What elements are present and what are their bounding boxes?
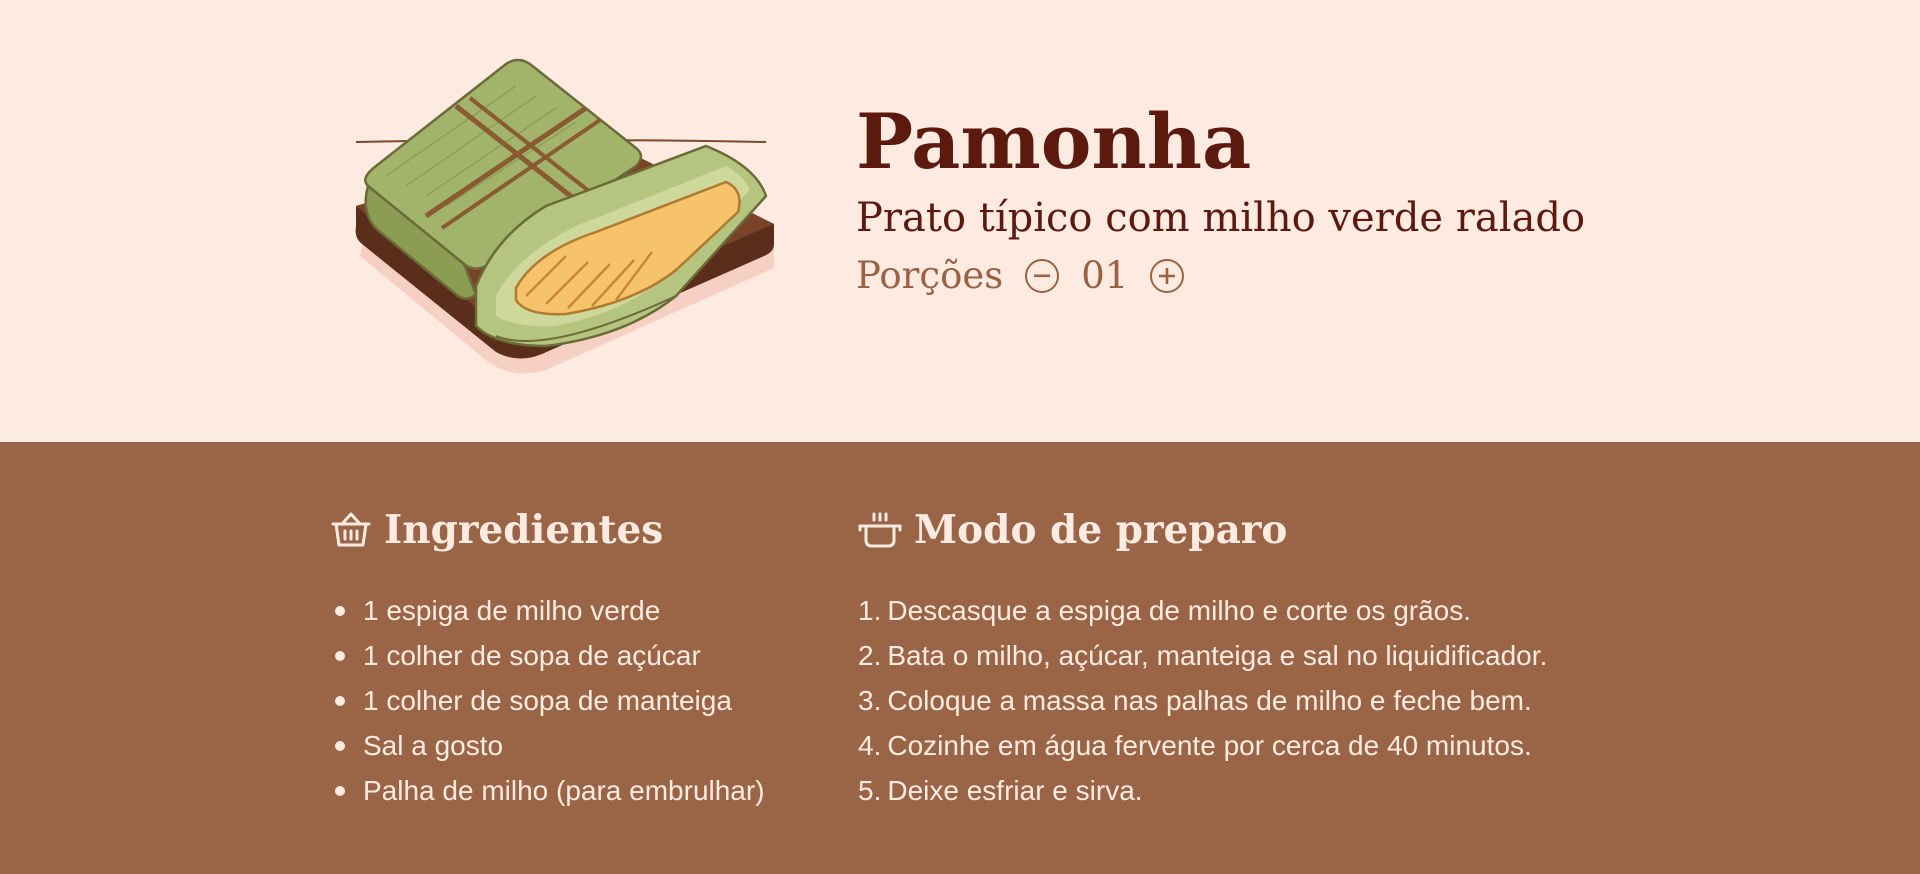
bullet-icon <box>335 650 345 661</box>
recipe-subtitle: Prato típico com milho verde ralado <box>856 195 1586 241</box>
step-item: 3. Coloque a massa nas palhas de milho e … <box>858 678 1618 723</box>
pot-icon <box>858 512 902 548</box>
ingredients-list: 1 espiga de milho verde 1 colher de sopa… <box>330 588 830 813</box>
servings-label: Porções <box>856 254 1004 297</box>
ingredient-text: Palha de milho (para embrulhar) <box>363 775 765 806</box>
bullet-icon <box>335 605 345 616</box>
pamonha-illustration <box>355 58 774 374</box>
recipe-details: Ingredientes 1 espiga de milho verde 1 c… <box>0 442 1920 874</box>
step-text: Coloque a massa nas palhas de milho e fe… <box>887 685 1532 716</box>
decrease-servings-button[interactable] <box>1025 258 1060 293</box>
ingredient-item: Palha de milho (para embrulhar) <box>330 768 830 813</box>
bullet-icon <box>335 785 345 796</box>
ingredient-item: 1 colher de sopa de manteiga <box>330 678 830 723</box>
bullet-icon <box>335 695 345 706</box>
recipe-title: Pamonha <box>856 97 1252 186</box>
step-item: 5. Deixe esfriar e sirva. <box>858 768 1618 813</box>
steps-list: 1. Descasque a espiga de milho e corte os… <box>858 588 1618 813</box>
increase-servings-button[interactable] <box>1150 258 1185 293</box>
steps-section: Modo de preparo 1. Descasque a espiga de … <box>858 502 1618 813</box>
ingredient-text: Sal a gosto <box>363 730 504 761</box>
step-item: 1. Descasque a espiga de milho e corte os… <box>858 588 1618 633</box>
ingredients-title: Ingredientes <box>384 507 664 553</box>
ingredient-text: 1 colher de sopa de açúcar <box>363 640 701 671</box>
ingredient-item: Sal a gosto <box>330 723 830 768</box>
step-number: 3. <box>858 685 882 716</box>
step-text: Cozinhe em água fervente por cerca de 40… <box>887 730 1532 761</box>
step-text: Descasque a espiga de milho e corte os g… <box>887 595 1472 626</box>
ingredients-header: Ingredientes <box>330 502 830 558</box>
bullet-icon <box>335 740 345 751</box>
basket-icon <box>331 512 371 547</box>
step-number: 1. <box>858 595 882 626</box>
servings-count: 01 <box>1081 254 1129 297</box>
step-number: 2. <box>858 640 882 671</box>
step-item: 4. Cozinhe em água fervente por cerca de … <box>858 723 1618 768</box>
ingredients-section: Ingredientes 1 espiga de milho verde 1 c… <box>330 502 830 813</box>
recipe-header: Pamonha Prato típico com milho verde ral… <box>856 97 1586 298</box>
minus-circle-icon <box>1034 274 1051 277</box>
servings-control: Porções 01 <box>856 254 1585 297</box>
step-item: 2. Bata o milho, açúcar, manteiga e sal n… <box>858 633 1618 678</box>
step-text: Deixe esfriar e sirva. <box>887 775 1143 806</box>
step-text: Bata o milho, açúcar, manteiga e sal no … <box>887 640 1548 671</box>
step-number: 4. <box>858 730 882 761</box>
steps-title: Modo de preparo <box>914 507 1288 553</box>
ingredient-text: 1 espiga de milho verde <box>363 595 661 626</box>
step-number: 5. <box>858 775 882 806</box>
ingredient-text: 1 colher de sopa de manteiga <box>363 685 732 716</box>
steps-header: Modo de preparo <box>858 502 1618 558</box>
ingredient-item: 1 colher de sopa de açúcar <box>330 633 830 678</box>
recipe-hero: Pamonha Prato típico com milho verde ral… <box>0 0 1920 442</box>
plus-circle-icon <box>1159 267 1176 284</box>
ingredient-item: 1 espiga de milho verde <box>330 588 830 633</box>
